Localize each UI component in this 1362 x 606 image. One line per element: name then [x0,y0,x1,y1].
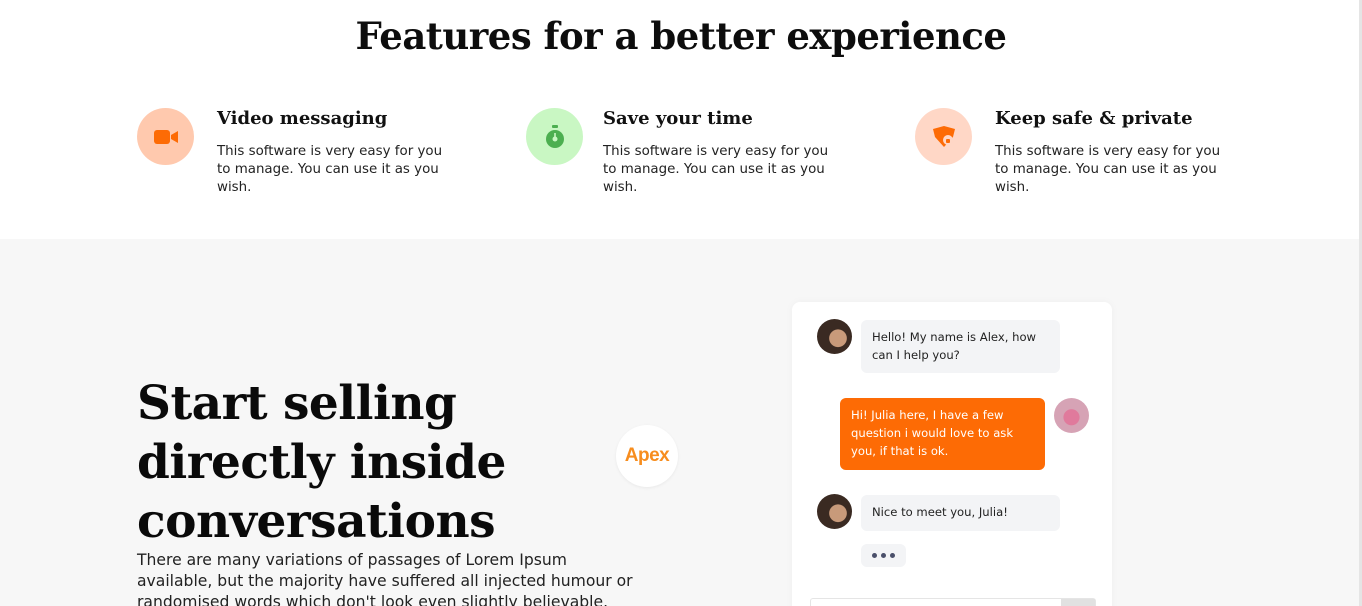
typing-indicator [861,544,906,567]
typing-dot [872,553,877,558]
typing-dot [890,553,895,558]
feature-save-time: Save your time This software is very eas… [526,108,856,208]
chat-message-input[interactable] [810,598,1096,606]
feature-title: Video messaging [217,108,388,129]
video-camera-icon [137,108,194,165]
chat-message-incoming: Hello! My name is Alex, how can I help y… [861,320,1060,373]
heading-line: Start selling [137,376,457,431]
avatar-julia [1054,398,1089,433]
selling-description: There are many variations of passages of… [137,551,633,606]
chat-window: Hello! My name is Alex, how can I help y… [792,302,1112,606]
feature-title: Save your time [603,108,753,129]
feature-safe-private: Keep safe & private This software is ver… [915,108,1245,208]
stopwatch-icon [526,108,583,165]
shield-icon [915,108,972,165]
chat-message-outgoing: Hi! Julia here, I have a few question i … [840,398,1045,470]
selling-section: Start selling directly inside conversati… [0,239,1362,606]
features-section: Features for a better experience Video m… [0,0,1362,239]
feature-title: Keep safe & private [995,108,1193,129]
avatar-alex [817,319,852,354]
features-title: Features for a better experience [355,14,1007,58]
avatar-alex [817,494,852,529]
heading-line: conversations [137,494,496,549]
feature-description: This software is very easy for you to ma… [217,144,443,195]
chat-message-incoming: Nice to meet you, Julia! [861,495,1060,531]
apex-logo: Apex [616,425,678,487]
selling-heading: Start selling directly inside conversati… [137,374,597,551]
feature-description: This software is very easy for you to ma… [603,144,829,195]
typing-dot [881,553,886,558]
feature-video-messaging: Video messaging This software is very ea… [137,108,467,208]
heading-line: directly inside [137,435,506,490]
send-button[interactable] [1061,599,1095,606]
feature-description: This software is very easy for you to ma… [995,144,1221,195]
apex-logo-text: Apex [624,445,670,466]
